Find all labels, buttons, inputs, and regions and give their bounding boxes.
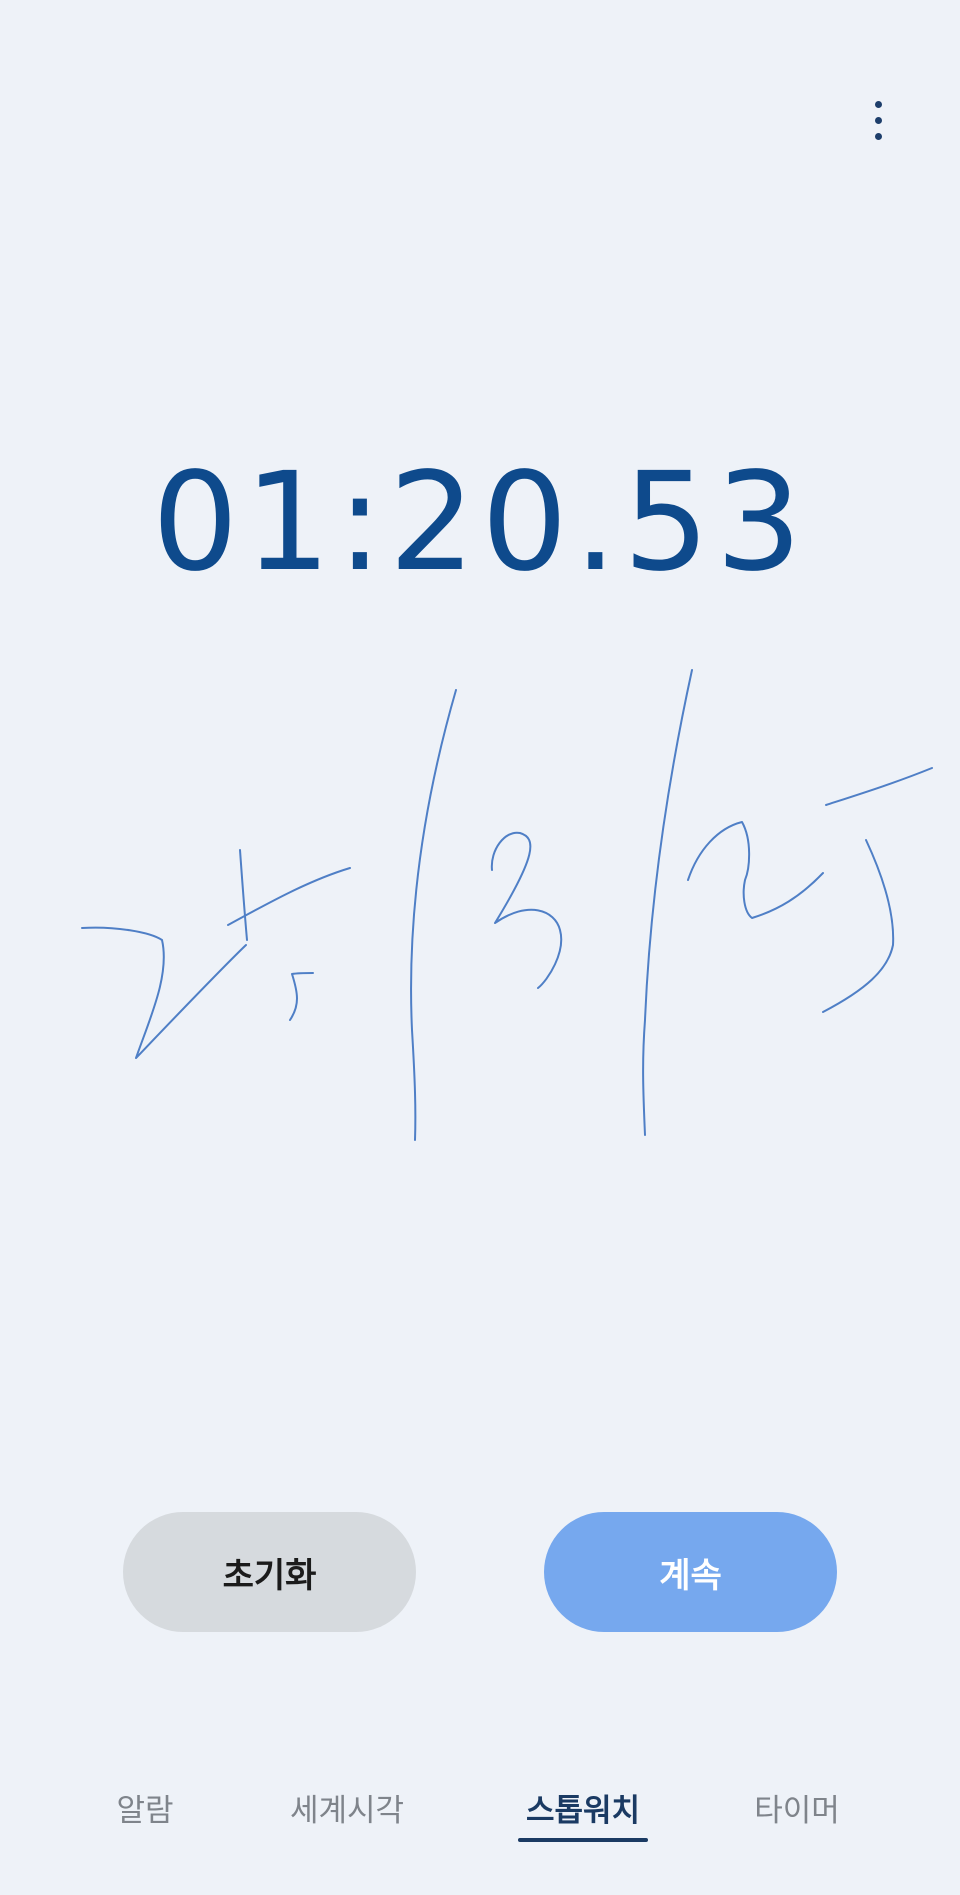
tab-label: 타이머	[754, 1793, 840, 1829]
tab-alarm[interactable]: 알람	[110, 1785, 180, 1855]
tab-label: 세계시각	[289, 1793, 405, 1829]
continue-button[interactable]: 계속	[544, 1512, 837, 1632]
handwritten-signature	[81, 669, 933, 1141]
tab-world-clock[interactable]: 세계시각	[282, 1785, 412, 1855]
more-vertical-icon	[874, 132, 882, 140]
more-vertical-icon	[874, 100, 882, 108]
tab-label: 알람	[116, 1793, 174, 1829]
active-tab-indicator	[518, 1838, 648, 1842]
tab-timer[interactable]: 타이머	[748, 1785, 846, 1855]
reset-button[interactable]: 초기화	[123, 1512, 416, 1632]
bottom-tab-bar: 알람 세계시각 스톱워치 타이머	[0, 1785, 960, 1855]
tab-stopwatch[interactable]: 스톱워치	[518, 1785, 648, 1855]
more-vertical-icon	[874, 116, 882, 124]
more-options-button[interactable]	[848, 90, 908, 150]
tab-label: 스톱워치	[525, 1793, 641, 1829]
stopwatch-elapsed-time: 01:20.53	[151, 444, 809, 602]
